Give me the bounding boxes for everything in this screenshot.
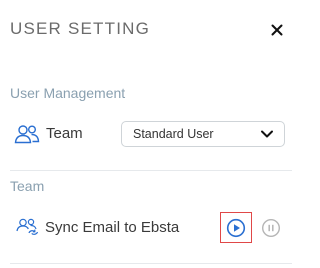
user-setting-panel: USER SETTING User Management Team Standa… [0,0,304,268]
users-sync-icon [16,218,40,236]
sync-email-label: Sync Email to Ebsta [45,219,180,236]
users-icon [14,124,40,144]
pause-circle-icon [261,218,281,238]
play-circle-icon [226,218,246,237]
role-select-value: Standard User [133,127,214,141]
close-button[interactable] [266,19,288,41]
section-label-user-management: User Management [10,85,126,101]
team-label: Team [46,125,83,142]
panel-title: USER SETTING [10,19,151,38]
close-icon [271,24,283,36]
divider [10,263,292,264]
role-select[interactable]: Standard User [121,121,285,147]
pause-button[interactable] [261,218,281,238]
section-label-team: Team [10,178,45,194]
divider [10,170,292,171]
chevron-down-icon [261,130,273,138]
play-button[interactable] [220,212,252,243]
